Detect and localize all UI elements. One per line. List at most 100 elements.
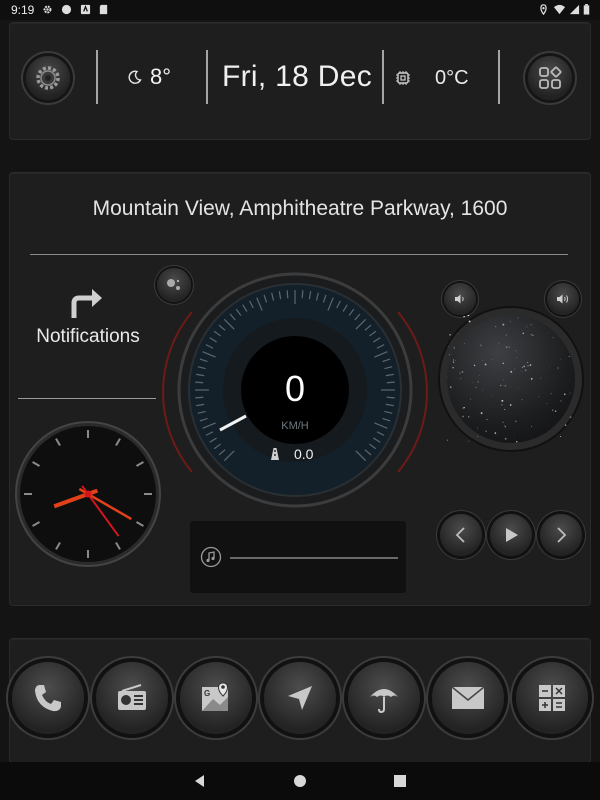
star: [504, 409, 506, 411]
cpu-temperature: 0°C: [435, 67, 469, 89]
star: [531, 425, 532, 427]
star: [480, 344, 482, 347]
star: [514, 420, 517, 423]
star: [504, 425, 507, 428]
circle-icon: [61, 4, 72, 15]
star: [480, 412, 483, 415]
star: [495, 325, 497, 328]
speed-value: 0: [284, 368, 306, 409]
turn-right-icon: [71, 289, 102, 318]
star: [521, 371, 523, 372]
clock-face: [24, 430, 152, 558]
star: [516, 441, 518, 443]
weather-temperature: 8°: [150, 64, 172, 89]
speed-tick: [195, 396, 204, 399]
volume-up-icon: [557, 294, 569, 304]
clock-tick: [115, 541, 121, 550]
clock-tick: [135, 521, 144, 527]
calculator-icon: [539, 685, 565, 711]
previous-button[interactable]: [440, 514, 482, 556]
phone-button[interactable]: [12, 662, 84, 734]
svg-text:G: G: [204, 689, 210, 698]
star: [485, 430, 487, 432]
mail-icon: [451, 686, 485, 709]
star: [476, 427, 479, 429]
star: [468, 440, 470, 442]
star: [538, 396, 540, 398]
road-icon: [271, 448, 279, 460]
star: [470, 398, 471, 400]
star: [481, 359, 483, 361]
notifications-widget[interactable]: Notifications: [18, 282, 158, 354]
volume-down-button[interactable]: [444, 283, 476, 315]
radio-button[interactable]: [96, 662, 168, 734]
home-button[interactable]: [293, 774, 307, 788]
app-icon: [80, 4, 91, 15]
star: [569, 392, 571, 394]
music-note-icon: [200, 546, 222, 568]
star: [460, 378, 462, 380]
settings-button[interactable]: [26, 56, 70, 100]
star: [564, 424, 567, 426]
notifications-divider: [18, 398, 156, 399]
next-button[interactable]: [540, 514, 582, 556]
calculator-button[interactable]: [516, 662, 588, 734]
status-bar: 9:19: [0, 0, 600, 20]
battery-icon: [583, 4, 590, 15]
chevron-right-icon: [557, 527, 567, 543]
star: [563, 393, 566, 396]
navigation-button[interactable]: [264, 662, 336, 734]
star: [532, 334, 534, 336]
star: [510, 370, 513, 373]
album-art[interactable]: [440, 308, 582, 450]
star: [530, 333, 533, 336]
music-progress-track[interactable]: [230, 557, 398, 559]
star: [501, 403, 503, 406]
star: [503, 379, 504, 381]
star: [514, 368, 515, 370]
star: [467, 314, 470, 317]
back-button[interactable]: [193, 774, 207, 788]
star: [530, 324, 532, 326]
moon-icon: [128, 70, 142, 84]
navigation-arrow-icon: [288, 686, 312, 710]
star: [498, 343, 500, 345]
speed-tick: [301, 290, 304, 299]
recents-button[interactable]: [394, 775, 406, 787]
location-icon: [540, 4, 547, 15]
analog-clock: [20, 426, 156, 562]
star: [523, 365, 525, 368]
weather-button[interactable]: [348, 662, 420, 734]
mail-button[interactable]: [432, 662, 504, 734]
star: [522, 332, 524, 335]
star: [540, 377, 542, 379]
star: [463, 406, 465, 409]
date-label: Fri, 18 Dec: [222, 60, 373, 93]
clock-tick: [115, 438, 121, 447]
maps-button[interactable]: G: [180, 662, 252, 734]
play-button[interactable]: [490, 514, 532, 556]
star: [526, 327, 527, 328]
star: [517, 317, 519, 319]
starfield-image: [446, 314, 575, 444]
star: [509, 386, 511, 388]
star: [463, 343, 465, 345]
apps-button[interactable]: [528, 56, 572, 100]
star: [554, 410, 557, 412]
settings-icon: [36, 66, 60, 90]
divider: [498, 50, 500, 104]
radio-icon: [118, 684, 146, 710]
star: [521, 399, 523, 401]
volume-up-button[interactable]: [547, 283, 579, 315]
music-widget[interactable]: [190, 521, 406, 593]
star: [479, 375, 480, 376]
star: [446, 376, 448, 378]
star: [446, 439, 449, 441]
star: [549, 367, 551, 369]
star: [517, 387, 519, 388]
clock-tick: [32, 521, 41, 527]
wifi-icon: [554, 4, 565, 15]
system-nav-bar: [0, 762, 600, 800]
chip-icon: [396, 71, 410, 85]
star: [456, 427, 458, 429]
